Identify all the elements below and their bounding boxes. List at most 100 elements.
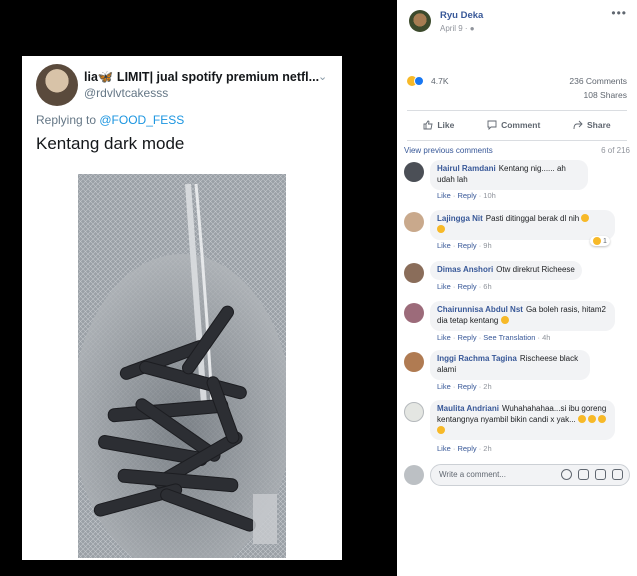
tweet-display-name[interactable]: lia🦋 LIMIT| jual spotify premium netfl..…	[84, 70, 320, 85]
comments-header: View previous comments 6 of 216	[404, 146, 630, 155]
comment-author[interactable]: Chairunnisa Abdul Nst	[437, 305, 523, 314]
tweet-image-panel: lia🦋 LIMIT| jual spotify premium netfl..…	[0, 0, 397, 576]
post-actions: Like Comment Share	[407, 112, 627, 138]
post-date-text: April 9 ·	[440, 24, 468, 33]
comment-button[interactable]: Comment	[487, 120, 540, 130]
comment-reply-link[interactable]: Reply	[457, 444, 476, 453]
shares-count[interactable]: 108 Shares	[584, 90, 627, 100]
comment-bubble: Dimas Anshori Otw direkrut Richeese	[430, 261, 582, 280]
comment-reply-link[interactable]: Reply	[457, 382, 476, 391]
comment-author[interactable]: Maulita Andriani	[437, 404, 499, 413]
comment-like-link[interactable]: Like	[437, 282, 451, 291]
commenter-avatar[interactable]	[404, 303, 424, 323]
comment-time[interactable]: 2h	[483, 444, 491, 453]
like-button[interactable]: Like	[423, 120, 454, 130]
comment-reply-link[interactable]: Reply	[457, 282, 476, 291]
comment-author[interactable]: Hairul Ramdani	[437, 164, 496, 173]
comment-reply-link[interactable]: Reply	[457, 191, 476, 200]
comment-bubble: Inggi Rachma Tagina Rischeese black alami	[430, 350, 590, 380]
laughing-emoji-icon	[437, 224, 445, 233]
comment-meta: Like · Reply · See Translation · 4h	[437, 333, 551, 342]
commenter-avatar[interactable]	[404, 352, 424, 372]
post-author-name[interactable]: Ryu Deka	[440, 10, 483, 21]
haha-reaction-icon	[593, 237, 601, 245]
tweet-text: Kentang dark mode	[36, 134, 185, 153]
sticker-icon[interactable]	[612, 469, 623, 480]
comment-text: Pasti ditinggal berak dl nih	[485, 214, 580, 223]
comment-like-link[interactable]: Like	[437, 333, 451, 342]
comment-like-link[interactable]: Like	[437, 191, 451, 200]
comment-author[interactable]: Inggi Rachma Tagina	[437, 354, 517, 363]
tweet-handle[interactable]: @rdvlvtcakesss	[84, 86, 168, 100]
tweet-card: lia🦋 LIMIT| jual spotify premium netfl..…	[22, 56, 342, 560]
comment-composer: Write a comment...	[404, 462, 630, 488]
screenshot-composite: lia🦋 LIMIT| jual spotify premium netfl..…	[0, 0, 637, 576]
commenter-avatar[interactable]	[404, 162, 424, 182]
comment-meta: Like · Reply · 2h	[437, 382, 492, 391]
comment-bubble: Hairul Ramdani Kentang nig...... ah udah …	[430, 160, 588, 190]
commenter-avatar[interactable]	[404, 263, 424, 283]
comment-meta: Like · Reply · 9h	[437, 241, 492, 250]
comment-bubble: Lajingga Nit Pasti ditinggal berak dl nih	[430, 210, 615, 240]
reply-mention-link[interactable]: @FOOD_FESS	[99, 113, 184, 127]
like-label: Like	[437, 120, 455, 130]
comment-meta: Like · Reply · 2h	[437, 444, 492, 453]
share-label: Share	[587, 120, 611, 130]
comment-time[interactable]: 2h	[483, 382, 491, 391]
comments-position: 6 of 216	[601, 146, 630, 155]
comment-like-link[interactable]: Like	[437, 444, 451, 453]
post-author-avatar[interactable]	[409, 10, 431, 32]
gif-icon[interactable]	[595, 469, 606, 480]
like-reaction-icon	[414, 76, 424, 86]
commenter-avatar[interactable]	[404, 402, 424, 422]
thumbs-up-icon	[423, 120, 433, 130]
comment-time[interactable]: 4h	[542, 333, 550, 342]
comments-count[interactable]: 236 Comments	[569, 76, 627, 86]
chevron-down-icon[interactable]: ⌄	[318, 70, 327, 83]
laughing-emoji-icon	[598, 414, 607, 423]
tweet-photo-fries-basket[interactable]	[78, 174, 286, 558]
comment-like-link[interactable]: Like	[437, 241, 451, 250]
comment-icon	[487, 120, 497, 130]
more-options-icon[interactable]: •••	[611, 6, 627, 20]
laughing-emoji-icon	[577, 414, 586, 423]
reaction-summary: 4.7K 236 Comments 108 Shares	[407, 76, 627, 106]
share-icon	[573, 120, 583, 130]
tweet-avatar[interactable]	[36, 64, 78, 106]
comment-time[interactable]: 9h	[483, 241, 491, 250]
share-button[interactable]: Share	[573, 120, 611, 130]
current-user-avatar	[404, 465, 424, 485]
view-previous-comments-link[interactable]: View previous comments	[404, 146, 493, 155]
comment-reaction-count: 1	[603, 237, 607, 245]
divider	[407, 110, 627, 111]
smiling-emoji-icon	[500, 315, 509, 324]
comment-like-link[interactable]: Like	[437, 382, 451, 391]
camera-icon[interactable]	[578, 469, 589, 480]
comment-reply-link[interactable]: Reply	[457, 241, 476, 250]
emoji-icon[interactable]	[561, 469, 572, 480]
globe-icon: ●	[469, 24, 475, 33]
commenter-avatar[interactable]	[404, 212, 424, 232]
reactions-count[interactable]: 4.7K	[431, 76, 449, 86]
divider	[407, 140, 627, 141]
tweet-reply-context: Replying to @FOOD_FESS	[36, 113, 184, 127]
comment-time[interactable]: 6h	[483, 282, 491, 291]
comment-reaction-badge[interactable]: 1	[590, 236, 610, 246]
see-translation-link[interactable]: See Translation	[483, 333, 535, 342]
reply-prefix: Replying to	[36, 113, 100, 127]
comment-time[interactable]: 10h	[483, 191, 496, 200]
post-date[interactable]: April 9 · ●	[440, 24, 475, 33]
comment-text: Otw direkrut Richeese	[496, 265, 575, 274]
comment-reply-link[interactable]: Reply	[457, 333, 476, 342]
laughing-emoji-icon	[437, 425, 445, 434]
laughing-emoji-icon	[581, 214, 590, 222]
comment-input[interactable]: Write a comment...	[430, 464, 630, 486]
comment-bubble: Maulita Andriani Wuhahahahaa...si ibu gor…	[430, 400, 615, 441]
comment-author[interactable]: Lajingga Nit	[437, 214, 483, 223]
laughing-emoji-icon	[588, 414, 597, 423]
comment-input-placeholder: Write a comment...	[439, 470, 506, 479]
comment-meta: Like · Reply · 10h	[437, 191, 496, 200]
comment-meta: Like · Reply · 6h	[437, 282, 492, 291]
comment-author[interactable]: Dimas Anshori	[437, 265, 493, 274]
facebook-post-panel: Ryu Deka April 9 · ● ••• 4.7K 236 Commen…	[397, 0, 637, 576]
